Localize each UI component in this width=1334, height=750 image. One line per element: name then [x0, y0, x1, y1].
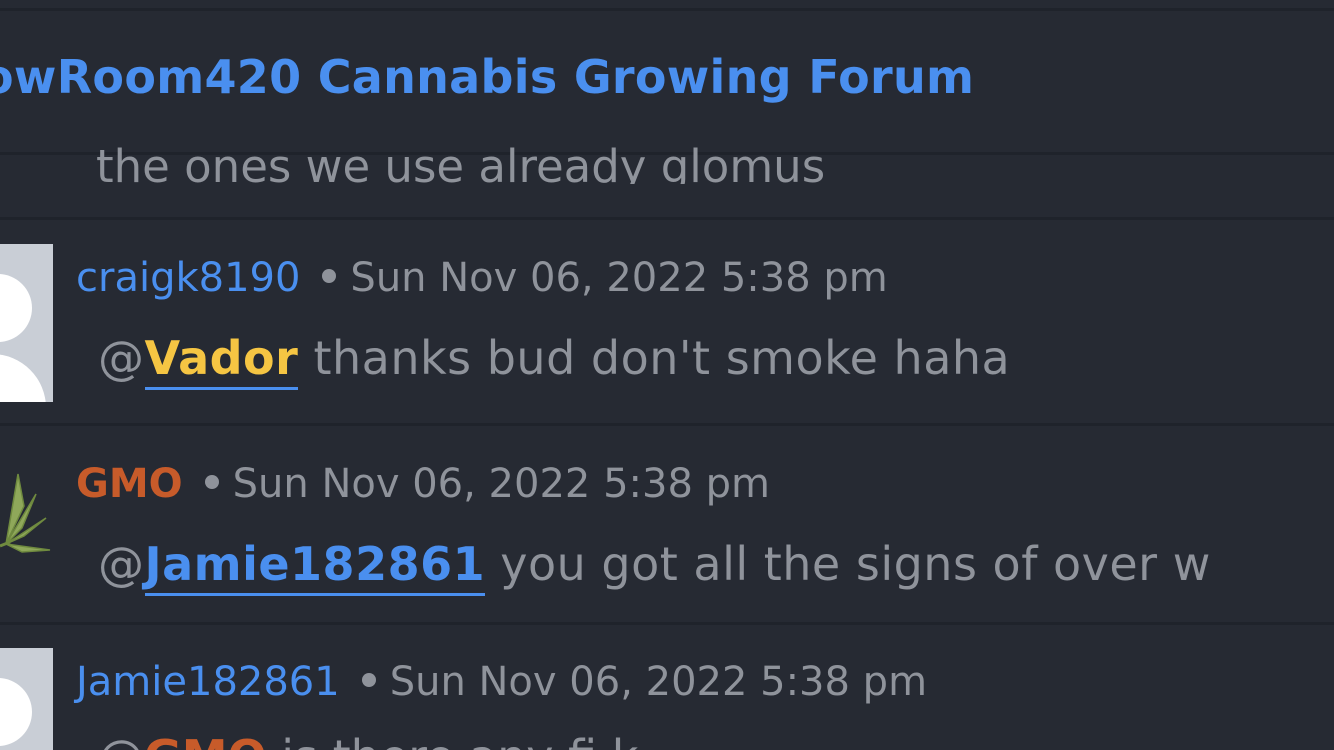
cannabis-leaf-icon[interactable] — [0, 466, 56, 566]
forum-title[interactable]: owRoom420 Cannabis Growing Forum — [0, 50, 974, 104]
bullet-dot-icon — [204, 475, 219, 489]
mention-link[interactable]: Vador — [144, 331, 299, 390]
username-link[interactable]: Jamie182861 — [76, 659, 340, 705]
post-timestamp: Sun Nov 06, 2022 5:38 pm — [232, 461, 770, 507]
post-timestamp: Sun Nov 06, 2022 5:38 pm — [389, 659, 928, 705]
post-divider — [0, 622, 1334, 625]
default-avatar-icon[interactable] — [0, 244, 53, 402]
forum-page: owRoom420 Cannabis Growing Forum the one… — [0, 0, 1334, 750]
mention-link[interactable]: GMO — [144, 730, 267, 750]
username-link[interactable]: craigk8190 — [76, 255, 300, 301]
post-divider — [0, 217, 1334, 220]
message-text: you got all the signs of over w — [485, 537, 1211, 591]
previous-post-text: the ones we use already glomus — [96, 140, 826, 184]
post-message: @Vador thanks bud don't smoke haha — [98, 331, 1011, 390]
at-sign: @ — [98, 331, 145, 385]
previous-post-fragment: the ones we use already glomus — [96, 132, 825, 184]
at-sign: @ — [98, 537, 145, 591]
message-text: is there any fi k — [267, 730, 638, 750]
avatar-head — [0, 678, 32, 746]
username-link[interactable]: GMO — [76, 461, 183, 507]
post-meta: GMO Sun Nov 06, 2022 5:38 pm — [76, 461, 770, 507]
top-divider — [0, 8, 1334, 11]
post-message-clipped: @GMO is there any fi k — [98, 730, 638, 750]
post-message: @Jamie182861 you got all the signs of ov… — [98, 537, 1211, 596]
post-meta: Jamie182861 Sun Nov 06, 2022 5:38 pm — [76, 659, 927, 705]
post-meta: craigk8190 Sun Nov 06, 2022 5:38 pm — [76, 255, 888, 301]
bullet-dot-icon — [322, 269, 337, 283]
message-text: thanks bud don't smoke haha — [298, 331, 1011, 385]
bullet-dot-icon — [361, 673, 376, 687]
mention-link[interactable]: Jamie182861 — [144, 537, 486, 596]
at-sign: @ — [98, 730, 144, 750]
avatar-head — [0, 274, 32, 342]
avatar-body — [0, 354, 46, 402]
post-divider — [0, 423, 1334, 426]
default-avatar-icon[interactable] — [0, 648, 53, 750]
post-timestamp: Sun Nov 06, 2022 5:38 pm — [350, 255, 888, 301]
